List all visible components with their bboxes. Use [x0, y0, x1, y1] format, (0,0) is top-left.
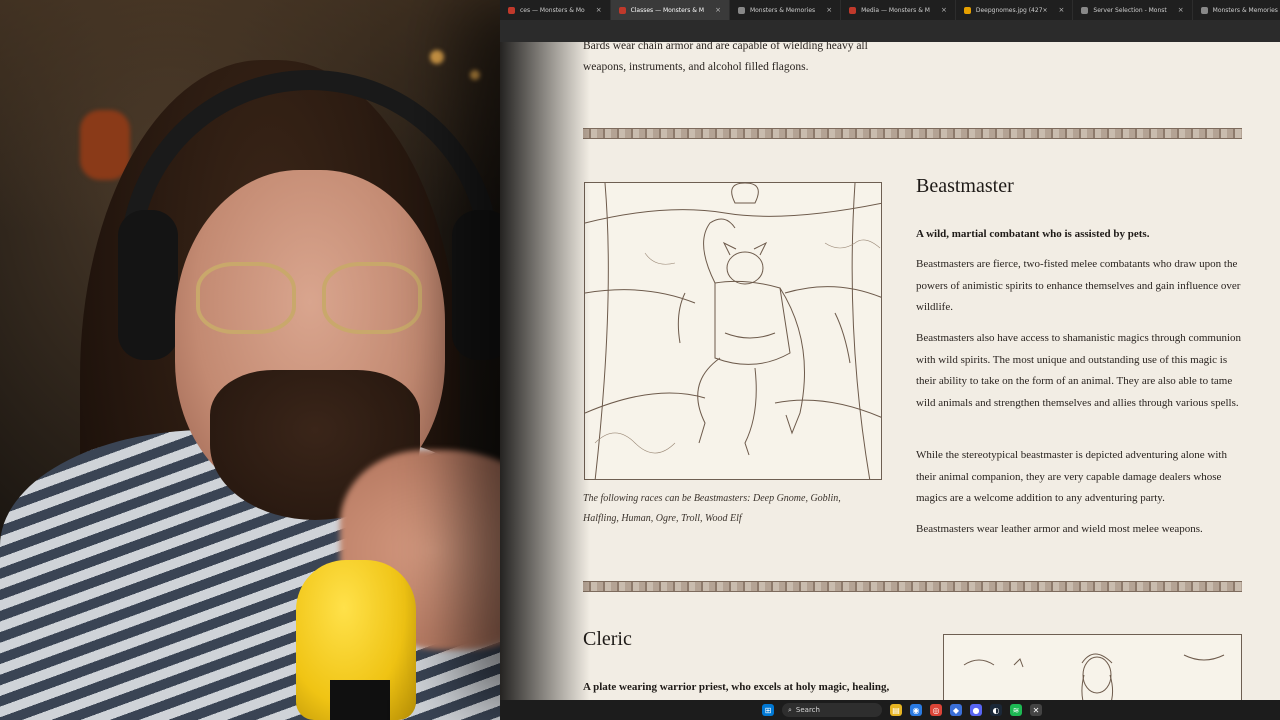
section-divider-bottom	[583, 581, 1242, 592]
beastmaster-title: Beastmaster	[916, 175, 1014, 197]
browser-tab[interactable]: Deepgnomes.jpg (427× ×	[956, 0, 1074, 20]
browser-tab[interactable]: Monsters & Memories ×	[730, 0, 842, 20]
page-edge-shadow	[500, 42, 590, 700]
beastmaster-sketch	[585, 183, 881, 479]
tab-label: ces — Monsters & Mo	[520, 6, 585, 14]
beastmaster-paragraph: While the stereotypical beastmaster is d…	[916, 449, 1227, 504]
discord-icon[interactable]: ●	[970, 704, 982, 716]
browser-tab[interactable]: Server Selection - Monst ×	[1073, 0, 1193, 20]
search-icon: ⌕	[788, 705, 792, 714]
tab-label: Monsters & Memories	[749, 6, 816, 14]
glasses-right-lens	[322, 262, 422, 334]
beastmaster-paragraph: Beastmasters also have access to shamani…	[916, 332, 1242, 409]
tab-favicon-icon	[508, 6, 515, 14]
tab-label: Classes — Monsters & M	[630, 6, 705, 14]
browser-tab[interactable]: Monsters & Memories×	[1193, 0, 1280, 20]
taskbar-search-label: Search	[795, 706, 820, 714]
tab-close-icon[interactable]: ×	[826, 6, 832, 14]
browser-tab[interactable]: Classes — Monsters & M ×	[610, 0, 730, 20]
tab-close-icon[interactable]: ×	[596, 6, 602, 14]
beastmaster-paragraph: Beastmasters wear leather armor and wiel…	[916, 523, 1203, 535]
background-lamp	[470, 70, 480, 80]
classes-page: Bards wear chain armor and are capable o…	[500, 42, 1280, 700]
app-icon[interactable]: ◆	[950, 704, 962, 716]
beastmaster-tagline: A wild, martial combatant who is assiste…	[916, 228, 1150, 240]
headphone-left	[118, 210, 178, 360]
tab-label: Media — Monsters & M	[861, 6, 930, 14]
background-lamp	[430, 50, 444, 64]
webcam-feed	[0, 0, 560, 720]
cleric-tagline: A plate wearing warrior priest, who exce…	[583, 681, 890, 693]
glasses-left-lens	[196, 262, 296, 334]
browser-icon[interactable]: ◉	[910, 704, 922, 716]
tab-label: Server Selection - Monst	[1093, 6, 1167, 14]
section-divider-top	[583, 128, 1242, 139]
chrome-icon[interactable]: ◎	[930, 704, 942, 716]
tab-close-icon[interactable]: ×	[1178, 6, 1184, 14]
file-explorer-icon[interactable]: ▤	[890, 704, 902, 716]
tab-label: Deepgnomes.jpg (427×	[975, 6, 1048, 14]
cleric-sketch	[963, 653, 1225, 700]
cleric-title: Cleric	[583, 628, 632, 650]
tab-favicon-icon	[849, 6, 857, 14]
tab-strip: ces — Monsters & Mo × Classes — Monsters &…	[500, 0, 1280, 20]
background-lamp	[80, 110, 130, 180]
beastmaster-illustration	[584, 182, 882, 480]
microphone-base	[330, 680, 390, 720]
cleric-illustration	[943, 634, 1242, 700]
beastmaster-races-caption: The following races can be Beastmasters:…	[583, 493, 841, 524]
tab-favicon-icon	[1200, 6, 1208, 14]
browser-tab[interactable]: Media — Monsters & M ×	[841, 0, 956, 20]
taskbar-search[interactable]: ⌕ Search	[782, 703, 882, 717]
steam-icon[interactable]: ◐	[990, 704, 1002, 716]
tab-close-icon[interactable]: ×	[941, 6, 947, 14]
beastmaster-paragraph: Beastmasters are fierce, two-fisted mele…	[916, 258, 1241, 313]
tab-favicon-icon	[963, 6, 971, 14]
tab-label: Monsters & Memories	[1212, 6, 1278, 14]
tab-favicon-icon	[1081, 6, 1089, 14]
tab-favicon-icon	[618, 6, 626, 14]
windows-taskbar: ⊞ ⌕ Search ▤ ◉ ◎ ◆ ● ◐ ≋ ✕	[500, 700, 1280, 720]
spotify-icon[interactable]: ≋	[1010, 704, 1022, 716]
app-icon-x[interactable]: ✕	[1030, 704, 1042, 716]
tab-favicon-icon	[737, 6, 745, 14]
windows-start-icon[interactable]: ⊞	[762, 704, 774, 716]
tab-close-icon[interactable]: ×	[1059, 6, 1065, 14]
bard-armor-text: Bards wear chain armor and are capable o…	[583, 42, 868, 73]
address-bar-area	[500, 20, 1280, 42]
tab-close-icon[interactable]: ×	[715, 6, 721, 14]
browser-window: ces — Monsters & Mo × Classes — Monsters &…	[500, 0, 1280, 700]
browser-tab[interactable]: ces — Monsters & Mo ×	[500, 0, 611, 20]
